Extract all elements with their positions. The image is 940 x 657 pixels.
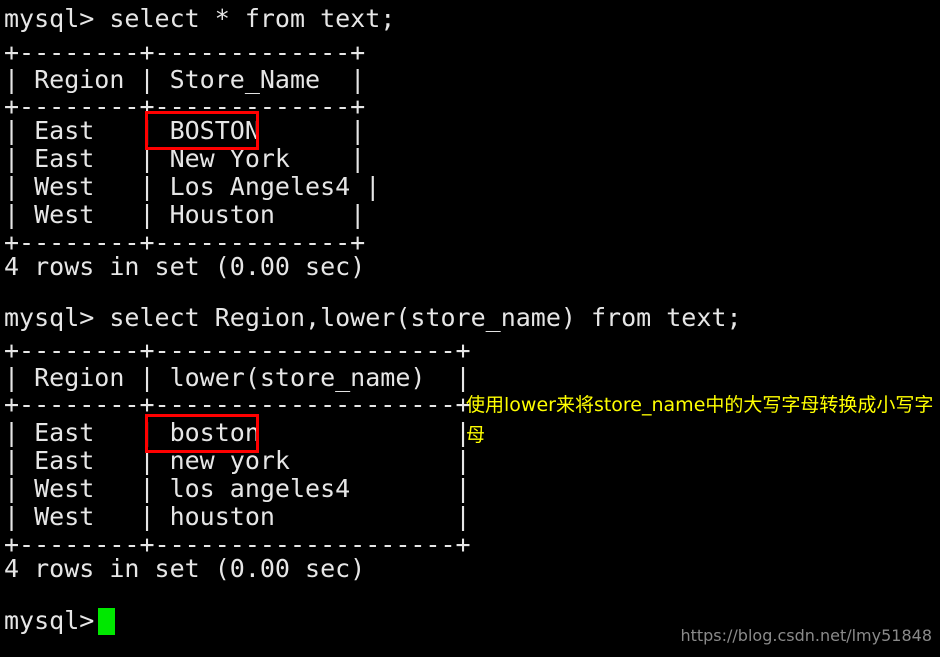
annotation-text: 使用lower来将store_name中的大写字母转换成小写字母 <box>466 394 934 446</box>
terminal-line-0: mysql> select * from text; <box>4 4 396 33</box>
terminal-line-11: mysql> select Region,lower(store_name) f… <box>4 303 742 332</box>
terminal-cursor <box>98 608 115 635</box>
terminal-line-20: 4 rows in set (0.00 sec) <box>4 554 366 583</box>
terminal-window[interactable]: mysql> select * from text; +--------+----… <box>0 0 940 657</box>
terminal-line-9: 4 rows in set (0.00 sec) <box>4 252 366 281</box>
watermark: https://blog.csdn.net/lmy51848 <box>680 626 932 645</box>
terminal-line-22: mysql> <box>4 606 95 635</box>
